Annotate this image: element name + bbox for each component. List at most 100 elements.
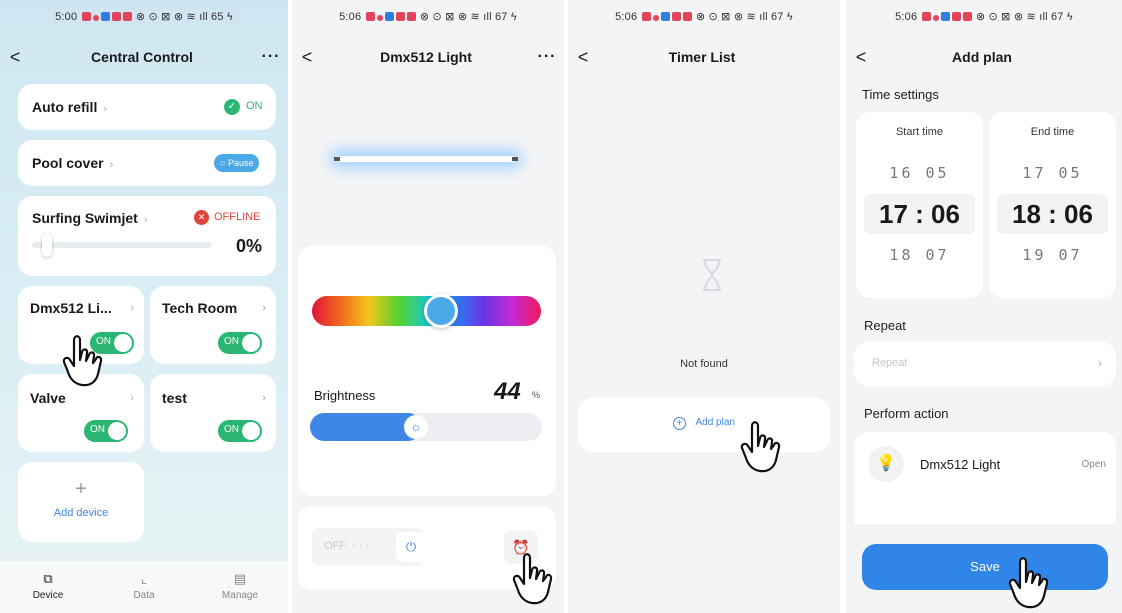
pointer-hand-icon [512,553,553,605]
nav-bar: < Timer List [568,40,840,74]
tab-device[interactable]: ⧉ Device [0,561,96,613]
color-slider-handle[interactable] [424,294,458,328]
chart-icon: ⌞ [140,571,148,586]
tech-room-toggle[interactable]: ON [218,332,262,354]
timer-list-screen: 5:06 ⊗ ⊙ ⊠ ⊗ ≋ ıll 67 ϟ < Timer List Not… [568,0,840,613]
repeat-selector[interactable]: Repeat › [854,342,1116,386]
back-button[interactable]: < [846,47,876,68]
swimjet-value: 0% [235,236,262,256]
pointer-hand-icon [1008,557,1049,609]
end-hour: 18 [1012,199,1041,229]
brightness-unit: % [532,390,541,400]
back-button[interactable]: < [0,47,30,68]
offline-icon: ✕ [194,210,209,225]
start-time-picker[interactable]: Start time 16 05 17 : 06 18 07 [856,112,983,298]
pause-badge[interactable]: ○ Pause [214,154,260,172]
start-hour: 17 [879,199,908,229]
status-time: 5:06 [339,11,362,23]
tab-bar: ⧉ Device ⌞ Data ▤ Manage [0,561,288,613]
brightness-slider[interactable]: ☼ [310,413,542,441]
pointer-hand-icon [740,421,781,473]
chevron-right-icon: › [262,302,266,314]
tab-manage[interactable]: ▤ Manage [192,561,288,613]
repeat-heading: Repeat [864,318,906,333]
tab-data[interactable]: ⌞ Data [96,561,192,613]
tile-label: Dmx512 Li... [30,300,112,316]
color-slider[interactable] [312,294,541,328]
swimjet-card[interactable]: Surfing Swimjet › ✕ OFFLINE 0% [18,196,276,276]
plus-icon: + [75,478,87,500]
start-minute: 06 [931,199,960,229]
status-time: 5:06 [615,11,638,23]
time-settings-heading: Time settings [862,87,939,102]
start-time-prev: 16 05 [889,164,950,182]
swimjet-status: OFFLINE [214,211,261,223]
back-button[interactable]: < [568,47,598,68]
check-icon: ✓ [224,99,240,115]
tab-label: Device [32,590,64,601]
swimjet-slider[interactable] [32,233,212,257]
page-title: Add plan [952,49,1012,65]
device-tile-test[interactable]: test › ON [150,374,276,452]
bulb-icon: 💡 [868,446,904,482]
tab-label: Manage [221,590,259,601]
status-bar: 5:00 ⊗ ⊙ ⊠ ⊗ ≋ ıll 65 ϟ [0,10,288,23]
back-button[interactable]: < [292,47,322,68]
toggle-text: ON [224,336,239,347]
end-time-header: End time [1030,126,1075,138]
status-bar: 5:06 ⊗ ⊙ ⊠ ⊗ ≋ ıll 67 ϟ [568,10,840,23]
status-icons: ⊗ ⊙ ⊠ ⊗ ≋ ıll 65 ϟ [135,11,233,23]
plus-circle-icon: + [673,417,687,430]
pause-icon: ○ [220,158,228,168]
end-time-next: 19 07 [1022,246,1083,264]
action-device-row[interactable]: 💡 Dmx512 Light Open [854,432,1116,532]
central-control-screen: 5:00 ⊗ ⊙ ⊠ ⊗ ≋ ıll 65 ϟ < Central Contro… [0,0,288,613]
power-icon[interactable]: ⏻ [396,532,426,562]
page-title: Central Control [91,49,193,65]
action-device-name: Dmx512 Light [920,457,1001,472]
auto-refill-card[interactable]: Auto refill › ✓ ON [18,84,276,130]
toggle-text: ON [224,424,239,435]
pool-cover-card[interactable]: Pool cover › ○ Pause [18,140,276,186]
nav-bar: < Add plan [846,40,1122,74]
doc-icon: ▤ [233,571,247,586]
device-tile-tech-room[interactable]: Tech Room › ON [150,286,276,364]
chevron-right-icon: › [1098,356,1102,370]
test-toggle[interactable]: ON [218,420,262,442]
status-bar: 5:06 ⊗ ⊙ ⊠ ⊗ ≋ ıll 67 ϟ [846,10,1122,23]
sun-icon[interactable]: ☼ [404,415,428,439]
chevron-right-icon: › [130,302,134,314]
tile-label: Valve [30,390,66,406]
nav-bar: < Central Control ··· [0,40,288,74]
action-value: Open [1081,459,1106,470]
repeat-placeholder: Repeat [872,357,908,369]
start-time-header: Start time [895,126,944,138]
pool-cover-status: Pause [227,158,254,168]
add-device-card[interactable]: + Add device [18,462,144,542]
status-icons: ⊗ ⊙ ⊠ ⊗ ≋ ıll 67 ϟ [419,11,517,23]
chevron-left-icon: ‹ ‹ ‹ [352,540,370,552]
power-switch[interactable]: OFF ‹ ‹ ‹ ⏻ [312,528,426,566]
nav-bar: < Dmx512 Light ··· [292,40,564,74]
auto-refill-status: ON [246,100,263,112]
perform-action-heading: Perform action [864,406,949,421]
status-time: 5:06 [895,11,918,23]
brightness-value: 44 [494,378,521,405]
slider-handle[interactable] [42,233,52,257]
status-bar: 5:06 ⊗ ⊙ ⊠ ⊗ ≋ ıll 67 ϟ [292,10,564,23]
valve-toggle[interactable]: ON [84,420,128,442]
more-button[interactable]: ··· [530,48,564,66]
save-button[interactable]: Save [862,544,1108,590]
end-time-selected[interactable]: 18 : 06 [997,194,1108,234]
add-plan-label: Add plan [695,417,735,428]
page-title: Dmx512 Light [380,49,472,65]
page-title: Timer List [668,49,736,65]
chevron-right-icon: › [130,392,134,404]
start-time-selected[interactable]: 17 : 06 [864,194,975,234]
end-minute: 06 [1064,199,1093,229]
more-button[interactable]: ··· [254,48,288,66]
pool-cover-label: Pool cover [32,155,104,171]
end-time-picker[interactable]: End time 17 05 18 : 06 19 07 [989,112,1116,298]
tab-label: Data [133,590,155,601]
chevron-right-icon: › [143,214,148,226]
